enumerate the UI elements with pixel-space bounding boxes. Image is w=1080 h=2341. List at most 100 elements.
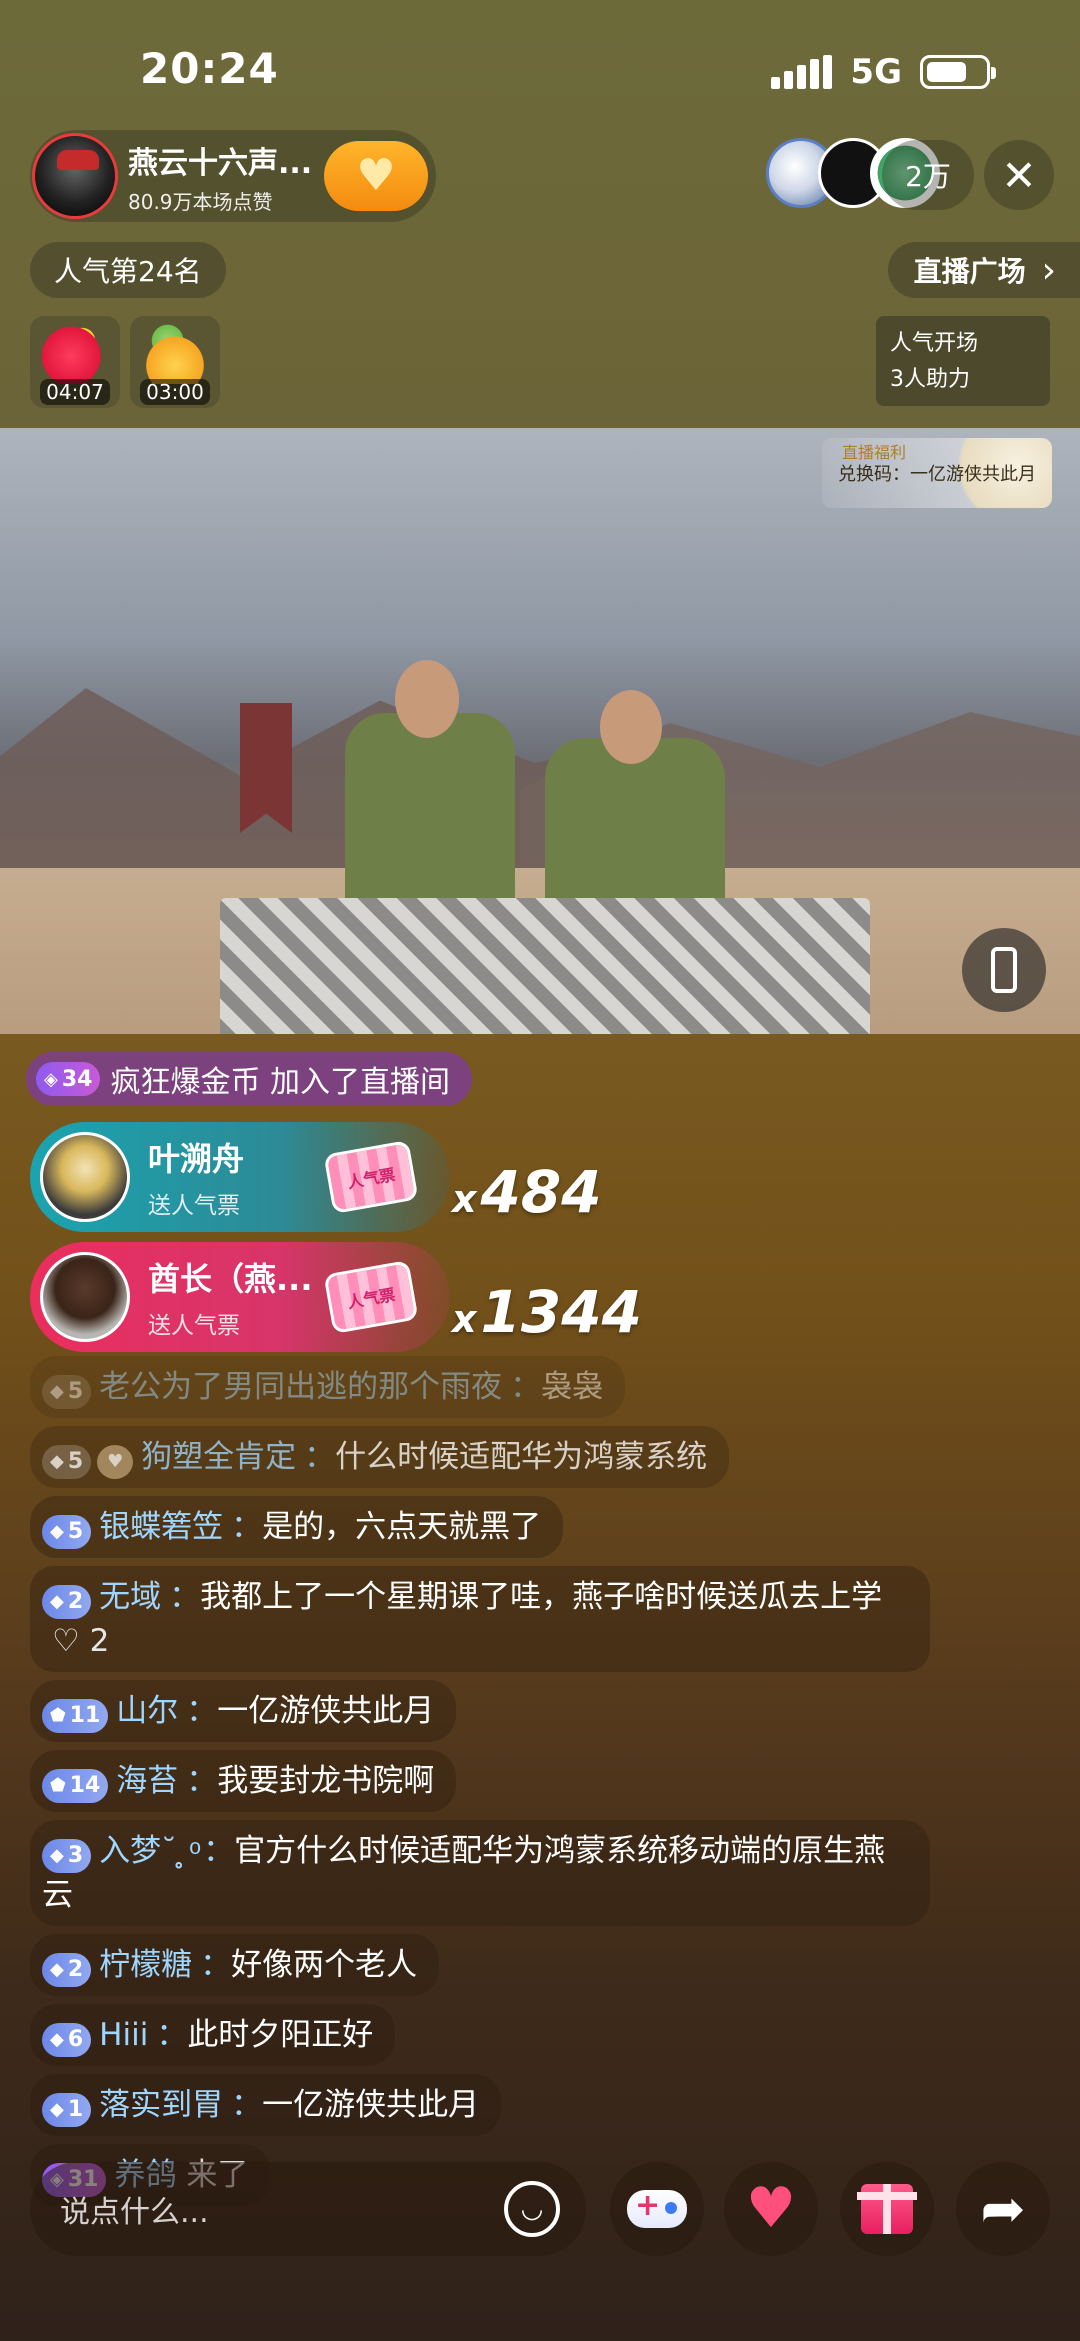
red-packet-icon — [38, 322, 112, 384]
heart-icon: ♥ — [745, 2176, 797, 2241]
level-badge: ◆ 5 — [42, 1445, 92, 1479]
boost-line2: 3人助力 — [890, 367, 970, 392]
rotate-phone-icon — [991, 947, 1017, 993]
like-button[interactable]: ♥ — [724, 2162, 818, 2256]
chat-text: 好像两个老人 — [231, 1947, 418, 1983]
gamepad-icon — [627, 2188, 687, 2228]
chat-text: 此时夕阳正好 — [187, 2017, 374, 2053]
chat-username[interactable]: 柠檬糖 — [99, 1947, 192, 1983]
chat-text: 袅袅 — [541, 1369, 604, 1405]
level-badge: ◆ 6 — [42, 2023, 92, 2057]
gift-banner[interactable]: 叶溯舟 送人气票 人气票 — [30, 1122, 450, 1232]
level-badge: ◆ 1 — [42, 2093, 92, 2127]
live-plaza-button[interactable]: 直播广场 › — [887, 242, 1080, 298]
timer-text: 03:00 — [140, 379, 210, 405]
host-avatar[interactable] — [32, 133, 118, 219]
code-badge: 直播福利 兑换码：一亿游侠共此月 — [822, 438, 1052, 508]
chat-username[interactable]: 入梦˘ ̥̥ ͦ — [99, 1833, 195, 1869]
level-badge: ◆ 2 — [42, 1585, 92, 1619]
ticket-icon: 人气票 — [323, 1139, 419, 1215]
chat-text: 一亿游侠共此月 — [217, 1693, 435, 1729]
fan-badge-icon: ♥ — [97, 1445, 134, 1479]
gifter-avatar[interactable] — [40, 1132, 130, 1222]
chat-message[interactable]: ◆ 5 ♥ 狗塑全肯定 ：什么时候适配华为鸿蒙系统 — [30, 1426, 730, 1488]
viewer-count[interactable]: 2万 — [882, 140, 974, 210]
red-packet-timer[interactable]: 04:07 — [30, 316, 120, 408]
level-badge: ◆ 5 — [42, 1375, 92, 1409]
chat-text: 什么时候适配华为鸿蒙系统 — [335, 1439, 708, 1475]
chat-username[interactable]: 落实到胃 — [99, 2087, 223, 2123]
chat-message[interactable]: ◆ 5 银蝶箬笠 ：是的，六点天就黑了 — [30, 1496, 564, 1558]
chat-message[interactable]: ◆ 2 无域 ：我都上了一个星期课了哇，燕子啥时候送瓜去上学♡ 2 — [30, 1566, 930, 1672]
chat-text: 一亿游侠共此月 — [262, 2087, 480, 2123]
host-name: 燕云十六声... — [128, 145, 313, 181]
timer-text: 04:07 — [40, 379, 110, 405]
popularity-rank[interactable]: 人气第24名 — [30, 242, 226, 298]
chat-username[interactable]: 海苔 — [116, 1763, 178, 1799]
message-likes[interactable]: ♡ 2 — [52, 1623, 109, 1659]
chat-message[interactable]: ◆ 5 老公为了男同出逃的那个雨夜 ：袅袅 — [30, 1356, 626, 1418]
level-badge: ⬟ 14 — [42, 1769, 109, 1803]
status-time: 20:24 — [140, 44, 279, 93]
gift-action: 送人气票 — [148, 1193, 240, 1219]
chat-text: 我都上了一个星期课了哇，燕子啥时候送瓜去上学 — [200, 1579, 883, 1615]
chat-message[interactable]: ⬟ 11 山尔 ：一亿游侠共此月 — [30, 1680, 457, 1742]
gift-banner[interactable]: 酋长（燕... 送人气票 人气票 — [30, 1242, 450, 1352]
comment-placeholder: 说点什么... — [60, 2195, 209, 2230]
chat-message[interactable]: ◆ 3 入梦˘ ̥̥ ͦ ：官方什么时候适配华为鸿蒙系统移动端的原生燕云 — [30, 1820, 930, 1926]
join-text: 疯狂爆金币 加入了直播间 — [110, 1065, 451, 1100]
chat-username[interactable]: Hiii — [99, 2017, 148, 2053]
badge-title: 直播福利 — [842, 443, 907, 462]
close-icon: ✕ — [1001, 150, 1037, 200]
level-badge: ◆ 2 — [42, 1953, 92, 1987]
comment-input[interactable]: 说点什么... ◡ — [30, 2162, 586, 2256]
gift-icon — [857, 2184, 917, 2234]
popularity-boost-card[interactable]: 人气开场 3人助力 — [876, 316, 1050, 406]
close-button[interactable]: ✕ — [984, 140, 1054, 210]
host-card[interactable]: 燕云十六声... 80.9万本场点赞 ♥ — [30, 130, 436, 222]
level-badge: ◆ 5 — [42, 1515, 92, 1549]
signal-icon — [771, 55, 833, 89]
level-badge: ◈ 34 — [36, 1062, 101, 1096]
share-icon: ➦ — [980, 2177, 1026, 2240]
rotate-screen-button[interactable] — [962, 928, 1046, 1012]
gift-combo-count: x1344 — [452, 1278, 642, 1346]
gift-action: 送人气票 — [148, 1313, 240, 1339]
chat-username[interactable]: 无域 — [99, 1579, 161, 1615]
chat-message[interactable]: ◆ 2 柠檬糖 ：好像两个老人 — [30, 1934, 440, 1996]
chevron-right-icon: › — [1041, 249, 1056, 291]
level-badge: ⬟ 11 — [42, 1699, 109, 1733]
status-icons: 5G — [771, 52, 996, 92]
draped-table — [220, 898, 870, 1034]
emoji-icon[interactable]: ◡ — [504, 2181, 560, 2237]
gifter-name: 叶溯舟 — [148, 1140, 245, 1178]
chat-message[interactable]: ⬟ 14 海苔 ：我要封龙书院啊 — [30, 1750, 457, 1812]
gift-bag-icon — [138, 322, 212, 384]
gifter-name: 酋长（燕... — [148, 1260, 313, 1298]
chat-username[interactable]: 山尔 — [116, 1693, 178, 1729]
share-button[interactable]: ➦ — [956, 2162, 1050, 2256]
network-type: 5G — [850, 52, 902, 92]
chat-message[interactable]: ◆ 6 Hiii ：此时夕阳正好 — [30, 2004, 396, 2066]
gifter-avatar[interactable] — [40, 1252, 130, 1342]
chat-text: 我要封龙书院啊 — [217, 1763, 435, 1799]
gift-combo-count: x484 — [452, 1158, 602, 1226]
chat-list[interactable]: ◆ 5 老公为了男同出逃的那个雨夜 ：袅袅 ◆ 5 ♥ 狗塑全肯定 ：什么时候适配华为鸿蒙系统… — [30, 1356, 930, 2214]
badge-text: 兑换码：一亿游侠共此月 — [838, 464, 1036, 485]
chat-username[interactable]: 老公为了男同出逃的那个雨夜 — [99, 1369, 502, 1405]
gift-button[interactable] — [840, 2162, 934, 2256]
gift-bag-timer[interactable]: 03:00 — [130, 316, 220, 408]
battery-icon — [920, 55, 996, 89]
banner-flag — [240, 703, 292, 833]
host-info[interactable]: 燕云十六声... 80.9万本场点赞 — [128, 138, 318, 215]
heart-plus-icon: ♥ — [356, 150, 396, 201]
chat-username[interactable]: 银蝶箬笠 — [99, 1509, 223, 1545]
live-video[interactable]: 直播福利 兑换码：一亿游侠共此月 — [0, 428, 1080, 1034]
game-button[interactable] — [610, 2162, 704, 2256]
boost-line1: 人气开场 — [890, 331, 979, 356]
chat-username[interactable]: 狗塑全肯定 — [141, 1439, 296, 1475]
host-likes: 80.9万本场点赞 — [128, 189, 273, 214]
follow-button[interactable]: ♥ — [324, 141, 428, 211]
live-plaza-label: 直播广场 — [913, 255, 1026, 288]
chat-message[interactable]: ◆ 1 落实到胃 ：一亿游侠共此月 — [30, 2074, 502, 2136]
